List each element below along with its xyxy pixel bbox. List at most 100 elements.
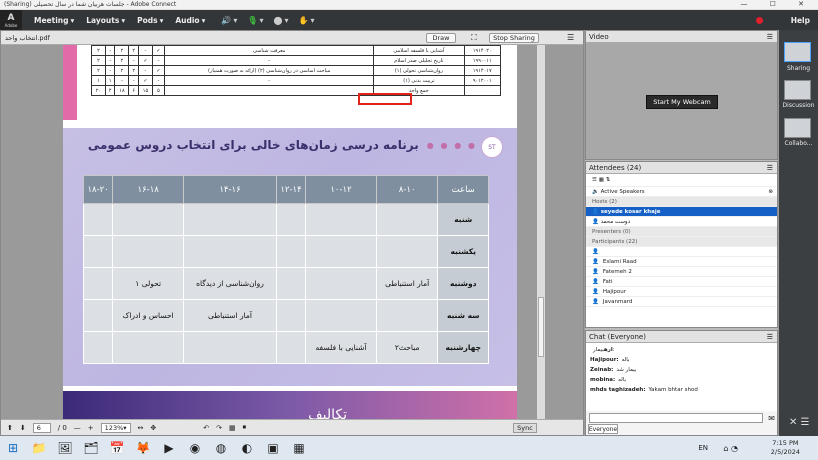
time-header: ۸-۱۰: [375, 175, 439, 204]
schedule-cell: [375, 299, 439, 332]
sort-icon[interactable]: ⇅: [606, 177, 611, 183]
attendee-participant[interactable]: 👤: [586, 247, 777, 257]
fit-width-icon[interactable]: ↔: [138, 424, 144, 432]
pod-options-icon[interactable]: ☰: [767, 33, 773, 41]
file-explorer-icon[interactable]: 📁: [26, 437, 52, 459]
presenters-section[interactable]: Presenters (0): [586, 227, 777, 237]
stop-icon[interactable]: ⏹: [243, 423, 247, 432]
undo-icon[interactable]: ↶: [203, 424, 209, 432]
schedule-cell: [305, 267, 377, 300]
sync-button[interactable]: Sync: [513, 422, 537, 433]
course-cell: آشنایی با فلسفه اسلامی: [373, 45, 465, 56]
start-icon[interactable]: ⊞: [0, 437, 26, 459]
draw-button[interactable]: Draw: [426, 33, 456, 43]
pod-options-icon[interactable]: ☰: [767, 333, 773, 341]
zoom-select[interactable]: 123% ▾: [100, 422, 131, 433]
schedule-cell: آمار استنباطی: [375, 267, 439, 300]
media-player-icon[interactable]: ▶: [156, 437, 182, 459]
chat-message: Hajipour: باله: [590, 355, 773, 365]
attendee-host[interactable]: 👤 دوست محمد: [586, 217, 777, 227]
chrome-icon[interactable]: ◉: [182, 437, 208, 459]
files-icon[interactable]: 🗂: [78, 437, 104, 459]
document-filename: انتخاب واحد.pdf: [5, 33, 50, 42]
document-scrollbar[interactable]: [537, 45, 545, 420]
course-cell: -: [114, 75, 130, 86]
status-button[interactable]: ✋ ▾: [298, 16, 314, 25]
hand-tool-icon[interactable]: ✥: [150, 424, 156, 432]
course-cell: -: [105, 65, 116, 76]
menu-layouts[interactable]: Layouts ▾: [86, 16, 125, 25]
start-webcam-button[interactable]: Start My Webcam: [646, 95, 718, 109]
grid-view-icon[interactable]: ▦: [599, 177, 604, 183]
firefox-icon[interactable]: 🦊: [130, 437, 156, 459]
course-cell: ۲: [114, 45, 130, 56]
attendee-participant[interactable]: 👤 Fatemeh 2: [586, 267, 777, 277]
record-icon[interactable]: [755, 16, 763, 24]
layout-collaboration[interactable]: [784, 118, 811, 138]
participant-name: Hajipour: [602, 288, 627, 295]
send-icon[interactable]: ✉: [768, 414, 775, 423]
course-cell: -: [105, 45, 116, 56]
window-titlebar: (Sharing) جلسات هربیان شما در سال تحصیلی…: [0, 0, 818, 10]
help-menu[interactable]: Help: [791, 16, 810, 25]
user-icon: 👤: [592, 268, 599, 275]
course-cell: ۲: [91, 55, 106, 66]
attendee-participant[interactable]: 👤 Hajipour: [586, 287, 777, 297]
attendee-host[interactable]: 👤 seyede kosar khaje: [586, 207, 777, 217]
redo-icon[interactable]: ↷: [216, 424, 222, 432]
layout-sharing[interactable]: [784, 42, 811, 62]
speaker-button[interactable]: 🔊 ▾: [221, 16, 237, 25]
taskbar-clock[interactable]: 7:15 PM 2/5/2024: [771, 439, 800, 457]
language-indicator[interactable]: EN: [698, 444, 708, 452]
fullscreen-icon[interactable]: ⛶: [471, 33, 477, 43]
zoom-out-icon[interactable]: —: [74, 424, 81, 432]
excel-icon[interactable]: ▦: [286, 437, 312, 459]
course-cell: ۱: [91, 75, 106, 86]
attendee-view-toolbar: ☰ ▦ ⇅: [586, 174, 777, 187]
connect-icon[interactable]: ▣: [260, 437, 286, 459]
window-controls[interactable]: — ☐ ✕: [740, 0, 814, 8]
pod-options-icon[interactable]: ☰: [567, 33, 574, 42]
clear-icon[interactable]: ▦: [229, 424, 236, 432]
user-icon: 👤: [592, 288, 599, 295]
microphone-button[interactable]: 🎙 ▾: [247, 16, 263, 25]
chat-tab-everyone[interactable]: Everyone: [588, 424, 618, 434]
menu-pods[interactable]: Pods ▾: [137, 16, 163, 25]
edge-icon[interactable]: ◐: [234, 437, 260, 459]
camera-icon: ⬤: [273, 15, 283, 25]
menu-meeting[interactable]: Meeting ▾: [34, 16, 74, 25]
schedule-cell: [183, 235, 277, 268]
arrow-up-icon[interactable]: ⬆: [7, 424, 13, 432]
list-view-icon[interactable]: ☰: [592, 177, 597, 183]
page-input[interactable]: 6: [32, 422, 51, 433]
menu-audio[interactable]: Audio ▾: [175, 16, 205, 25]
attendee-participant[interactable]: 👤 Javanmard: [586, 297, 777, 307]
chat-input[interactable]: [589, 413, 763, 423]
browser-icon[interactable]: ◍: [208, 437, 234, 459]
attendee-participant[interactable]: 👤 Eslami Raad: [586, 257, 777, 267]
camera-button[interactable]: ⬤ ▾: [274, 16, 289, 25]
pod-options-icon[interactable]: ☰: [767, 164, 773, 172]
course-row: ۲-۲- ✓ - - تاریخ تحلیلی صدر اسلام ۱۹۹۰۰۱۱: [91, 55, 501, 66]
calendar-icon[interactable]: 📅: [104, 437, 130, 459]
stop-sharing-button[interactable]: Stop Sharing: [489, 33, 539, 43]
chat-message: mhds taghizadeh: Yakam bhtar shod: [590, 385, 773, 395]
schedule-cell: [183, 331, 277, 364]
participants-section[interactable]: Participants (22): [586, 237, 777, 247]
schedule-cell: احساس و ادراک: [112, 299, 185, 332]
layout-discussion[interactable]: [784, 80, 811, 100]
course-cell: -: [137, 45, 153, 56]
zoom-in-icon[interactable]: +: [88, 424, 94, 432]
scrollbar-thumb[interactable]: [538, 297, 544, 357]
layout-label: Sharing: [786, 65, 811, 72]
pdf-page: ۲-۲ ۲- ✓ معرفت شناسی آشنایی با فلسفه اسلامی ۱…: [63, 45, 517, 420]
system-tray-icons[interactable]: ⌂ ◔: [723, 444, 738, 453]
arrow-down-icon[interactable]: ⬇: [20, 424, 26, 432]
highlight-box: [358, 93, 412, 105]
layout-tools-icon[interactable]: ✕ ☰: [789, 417, 810, 428]
photos-icon[interactable]: 🖼: [52, 437, 78, 459]
schedule-cell: [112, 235, 185, 268]
hosts-section[interactable]: Hosts (2): [586, 197, 777, 207]
attendee-participant[interactable]: 👤 Fati: [586, 277, 777, 287]
course-cell: تربیت بدنی (۱): [373, 75, 465, 86]
